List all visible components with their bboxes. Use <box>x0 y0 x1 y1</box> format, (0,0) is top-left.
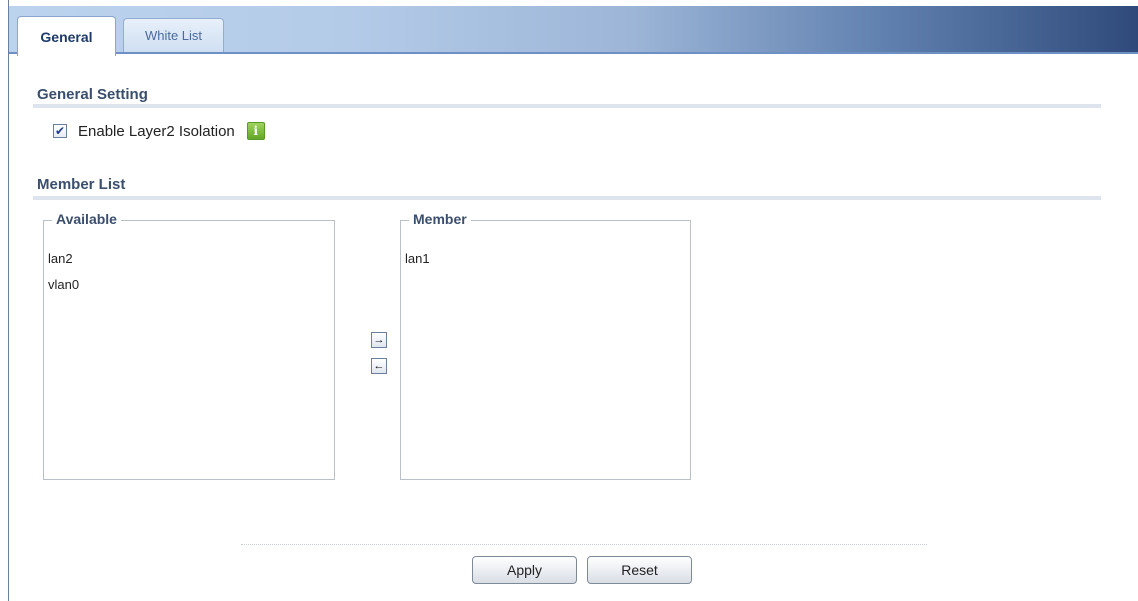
info-icon-glyph: i <box>253 124 259 138</box>
arrow-right-icon: → <box>373 334 385 346</box>
available-listbox[interactable]: Available lan2 vlan0 <box>43 211 335 480</box>
content-frame: General White List General Setting ✔ Ena… <box>8 0 1138 601</box>
available-item-vlan0[interactable]: vlan0 <box>48 277 79 292</box>
general-setting-divider <box>33 104 1101 108</box>
info-icon[interactable]: i <box>246 122 265 140</box>
button-separator <box>241 544 927 546</box>
remove-from-member-button[interactable]: ← <box>371 358 387 374</box>
tab-white-list[interactable]: White List <box>123 18 224 52</box>
reset-button-label: Reset <box>621 562 658 578</box>
arrow-left-icon: ← <box>373 360 385 372</box>
add-to-member-button[interactable]: → <box>371 332 387 348</box>
enable-isolation-checkbox[interactable]: ✔ <box>53 124 67 138</box>
available-item-lan2[interactable]: lan2 <box>48 251 73 266</box>
member-list-divider <box>33 196 1101 200</box>
member-legend: Member <box>409 211 471 227</box>
member-list-title: Member List <box>37 176 126 193</box>
reset-button[interactable]: Reset <box>587 556 692 584</box>
member-listbox[interactable]: Member lan1 <box>400 211 691 480</box>
available-legend: Available <box>52 211 121 227</box>
tab-general[interactable]: General <box>17 16 116 56</box>
member-item-lan1[interactable]: lan1 <box>405 251 430 266</box>
enable-isolation-row: ✔ Enable Layer2 Isolation i <box>53 120 265 142</box>
general-setting-title: General Setting <box>37 86 148 103</box>
tab-white-list-label: White List <box>144 28 203 43</box>
apply-button[interactable]: Apply <box>472 556 577 584</box>
apply-button-label: Apply <box>506 562 543 578</box>
tab-bar: General White List <box>9 6 1138 56</box>
enable-isolation-label: Enable Layer2 Isolation <box>78 122 235 140</box>
tab-general-label: General <box>40 28 93 45</box>
